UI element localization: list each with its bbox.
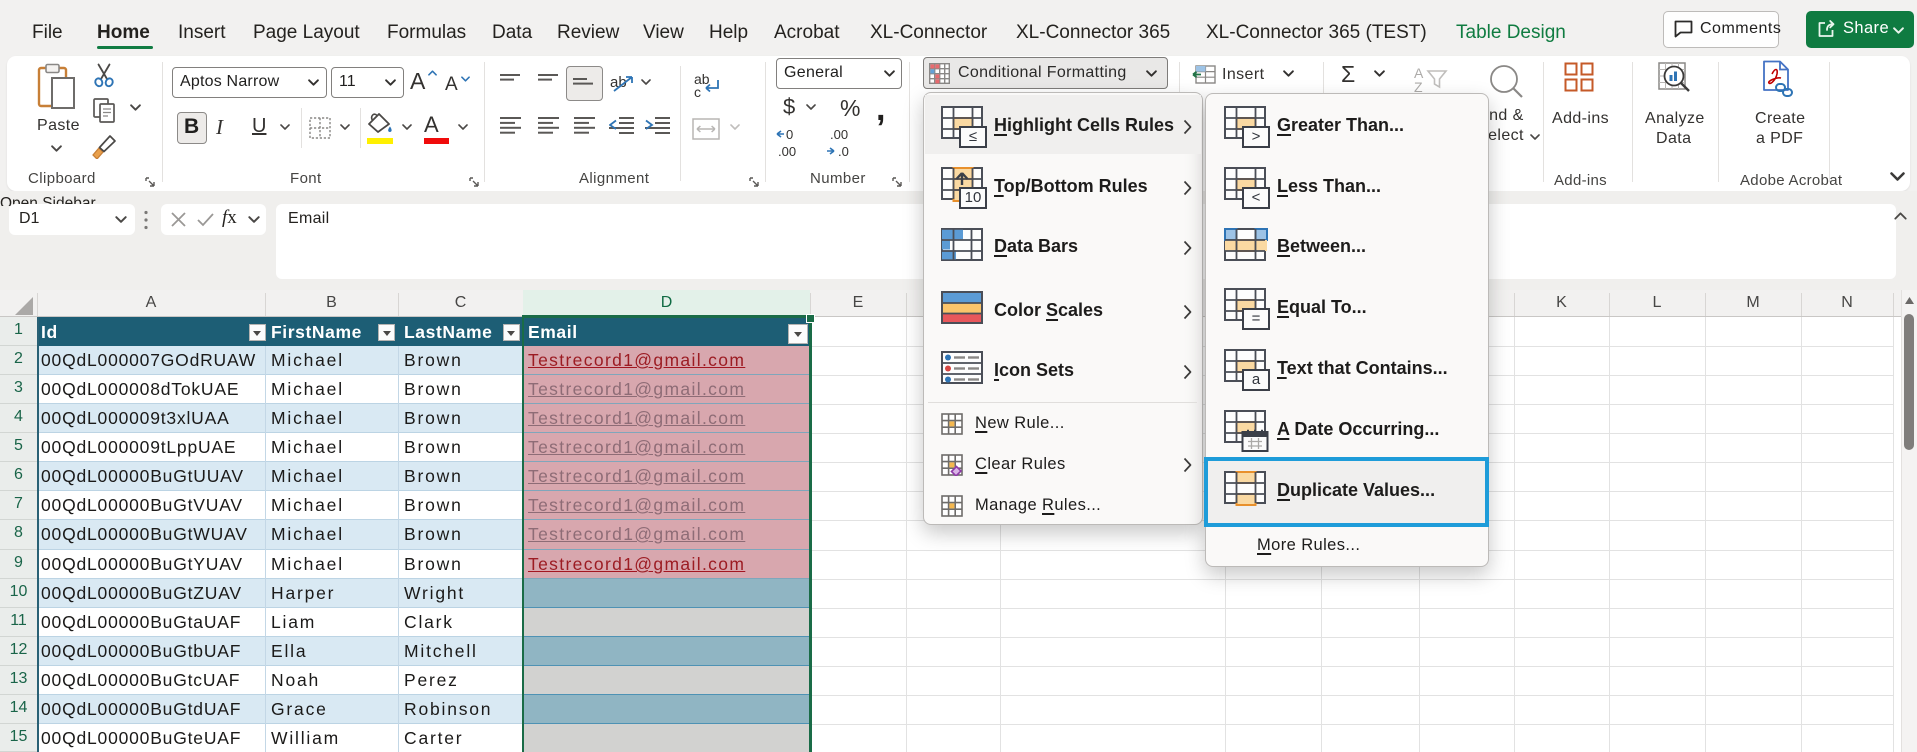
- svg-text:.0: .0: [838, 144, 849, 159]
- svg-text:c: c: [694, 84, 701, 98]
- svg-text:0: 0: [786, 127, 793, 142]
- svg-text:Z: Z: [1414, 79, 1423, 93]
- svg-text:.00: .00: [830, 127, 848, 142]
- svg-text:.00: .00: [778, 144, 796, 159]
